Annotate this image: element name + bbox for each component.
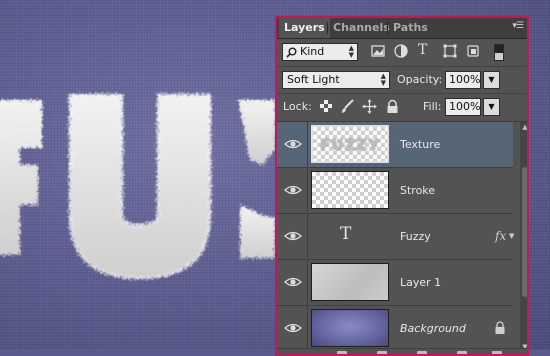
add-mask-icon[interactable] xyxy=(417,351,427,354)
tab-layers[interactable]: Layers xyxy=(279,18,330,38)
visibility-column-divider xyxy=(307,214,308,259)
layer-row-texture[interactable]: FUZZY Texture xyxy=(277,122,513,168)
lock-all-icon[interactable] xyxy=(385,99,400,114)
link-layers-icon[interactable] xyxy=(337,351,347,354)
layer-row-stroke[interactable]: Stroke xyxy=(277,168,513,214)
adjustment-filter-icon[interactable] xyxy=(393,43,409,59)
eye-icon[interactable] xyxy=(284,274,302,290)
visibility-column-divider xyxy=(307,260,308,305)
fill-input[interactable]: 100% xyxy=(445,98,481,116)
layer-name[interactable]: Background xyxy=(400,306,466,351)
layer-name[interactable]: Layer 1 xyxy=(400,260,441,305)
lock-transparent-icon[interactable] xyxy=(319,99,334,114)
layer-row-fuzzy[interactable]: T Fuzzy fx ▼ xyxy=(277,214,514,260)
lock-brush-icon[interactable] xyxy=(340,99,355,114)
visibility-column-divider xyxy=(307,306,308,351)
lock-icon xyxy=(495,321,505,334)
layer-name[interactable]: Fuzzy xyxy=(400,214,431,259)
delete-layer-icon[interactable] xyxy=(492,351,502,354)
panel-menu-icon[interactable]: ▾☰ xyxy=(512,21,524,31)
updown-arrows-icon: ▲ ▼ xyxy=(380,72,386,87)
updown-arrows-icon: ▲ ▼ xyxy=(348,44,354,59)
filter-search-icon xyxy=(286,47,297,58)
visibility-column-divider xyxy=(307,168,308,213)
opacity-slider-button[interactable]: ▼ xyxy=(483,71,500,89)
layer-name[interactable]: Texture xyxy=(400,122,440,167)
lock-fill-row: Lock: Fill: 100% ▼ xyxy=(277,94,527,122)
shape-filter-icon[interactable] xyxy=(442,43,458,59)
filter-toggle-icon[interactable] xyxy=(494,44,504,61)
fill-slider-button[interactable]: ▼ xyxy=(483,98,500,116)
layers-panel: Layers Channels Paths ▾☰ Kind ▲ ▼ T Soft… xyxy=(275,16,529,356)
opacity-input[interactable]: 100% xyxy=(445,71,481,89)
layer-thumbnail: FUZZY xyxy=(311,125,389,163)
lock-position-icon[interactable] xyxy=(362,99,377,114)
new-layer-icon[interactable] xyxy=(457,351,467,354)
scrollbar-thumb[interactable] xyxy=(522,167,527,297)
layer-thumbnail xyxy=(311,171,389,209)
layer-list: FUZZY Texture Stroke T Fuzzy fx ▼ Layer … xyxy=(277,122,514,352)
blend-opacity-row: Soft Light ▲ ▼ Opacity: 100% ▼ xyxy=(277,67,527,94)
lock-label: Lock: xyxy=(283,100,312,113)
filter-kind-value: Kind xyxy=(300,45,325,58)
layer-thumbnail xyxy=(311,263,389,301)
filter-row: Kind ▲ ▼ T xyxy=(277,39,527,67)
eye-icon[interactable] xyxy=(284,182,302,198)
type-layer-icon: T xyxy=(340,224,352,244)
fx-expand-icon[interactable]: ▼ xyxy=(509,214,514,259)
tab-channels[interactable]: Channels xyxy=(328,18,395,38)
filter-kind-dropdown[interactable]: Kind ▲ ▼ xyxy=(282,43,358,61)
layer-list-scrollbar[interactable]: ▲ ▼ xyxy=(520,122,527,352)
panel-tab-bar: Layers Channels Paths ▾☰ xyxy=(277,18,527,39)
opacity-label: Opacity: xyxy=(397,73,443,86)
blend-mode-dropdown[interactable]: Soft Light ▲ ▼ xyxy=(282,71,390,89)
fill-label: Fill: xyxy=(423,100,442,113)
visibility-column-divider xyxy=(307,122,308,167)
layer-row-background[interactable]: Background xyxy=(277,306,513,352)
scroll-up-icon[interactable]: ▲ xyxy=(520,122,527,132)
eye-icon[interactable] xyxy=(284,136,302,152)
thumbnail-text: FUZZY xyxy=(319,136,381,154)
layer-row-layer-1[interactable]: Layer 1 xyxy=(277,260,513,306)
layer-thumbnail xyxy=(311,309,389,347)
layer-name[interactable]: Stroke xyxy=(400,168,435,213)
tab-paths[interactable]: Paths xyxy=(388,18,433,38)
smart-object-filter-icon[interactable] xyxy=(465,43,481,59)
add-style-icon[interactable] xyxy=(377,351,387,354)
fx-icon[interactable]: fx xyxy=(495,214,506,259)
blend-mode-value: Soft Light xyxy=(287,73,340,86)
eye-icon[interactable] xyxy=(284,228,302,244)
type-filter-icon[interactable]: T xyxy=(418,42,427,58)
panel-footer xyxy=(277,348,527,354)
eye-icon[interactable] xyxy=(284,320,302,336)
image-filter-icon[interactable] xyxy=(370,43,386,59)
